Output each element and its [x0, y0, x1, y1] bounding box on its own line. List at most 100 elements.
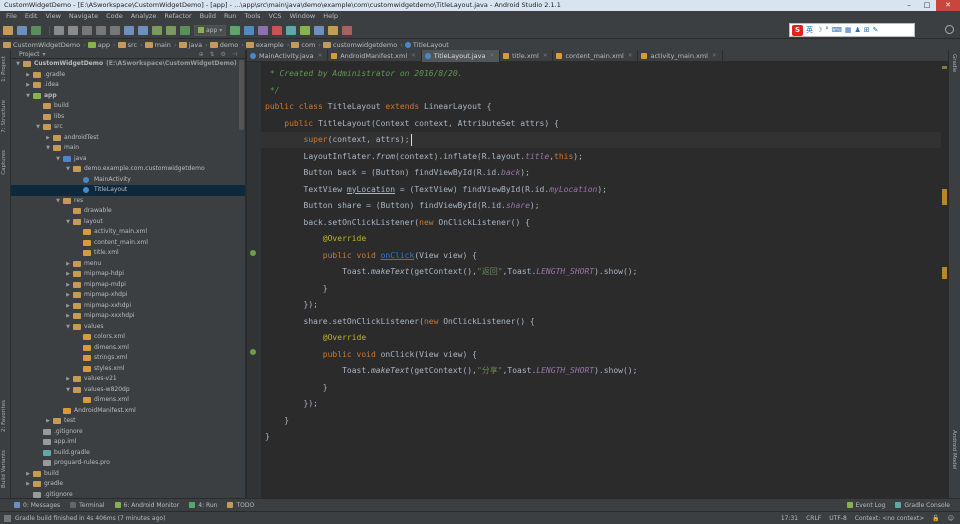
breadcrumb-item[interactable]: app › [87, 41, 116, 49]
code-line[interactable]: TextView myLocation = (TextView) findVie… [265, 182, 607, 198]
chevron-down-icon[interactable]: ▼ [65, 322, 71, 333]
tab-content-main-xml[interactable]: content_main.xml ✕ [553, 50, 639, 62]
stop-icon[interactable] [272, 25, 283, 35]
breadcrumb-item[interactable]: com › [291, 41, 321, 49]
ime-language[interactable]: 英 [806, 25, 813, 35]
close-icon[interactable]: ✕ [489, 53, 494, 59]
code-line[interactable]: public void onClick(View view) { [265, 248, 477, 264]
code-line[interactable]: } [265, 429, 270, 445]
menu-item-help[interactable]: Help [319, 11, 342, 22]
debug-icon[interactable] [244, 25, 255, 35]
chevron-down-icon[interactable]: ▼ [65, 164, 71, 175]
code-line[interactable]: @Override [265, 330, 366, 346]
tree-item[interactable]: dimens.xml [11, 343, 245, 354]
tree-item[interactable]: title.xml [11, 248, 245, 259]
tab-mainactivity-java[interactable]: MainActivity.java ✕ [247, 50, 329, 62]
tool-run[interactable]: 4: Run [189, 502, 217, 509]
tool-window-gradle[interactable]: Gradle [951, 54, 957, 72]
code-line[interactable]: Toast.makeText(getContext(),"分享",Toast.L… [265, 363, 637, 379]
chevron-right-icon[interactable]: ▶ [45, 416, 51, 427]
project-structure-icon[interactable] [328, 25, 339, 35]
tool-terminal[interactable]: Terminal [70, 502, 105, 509]
tree-item[interactable]: ▶ mipmap-mdpi [11, 280, 245, 291]
chevron-right-icon[interactable]: ▶ [65, 259, 71, 270]
menu-item-code[interactable]: Code [102, 11, 127, 22]
tree-item[interactable]: activity_main.xml [11, 227, 245, 238]
chevron-right-icon[interactable]: ▶ [25, 70, 31, 81]
tree-item[interactable]: dimens.xml [11, 395, 245, 406]
tree-item[interactable]: ▶ build [11, 469, 245, 480]
close-icon[interactable]: ✕ [411, 53, 416, 59]
open-folder-icon[interactable] [3, 25, 13, 35]
tab-androidmanifest-xml[interactable]: AndroidManifest.xml ✕ [328, 50, 422, 62]
override-marker-icon[interactable] [250, 250, 256, 256]
chevron-right-icon[interactable]: ▶ [25, 469, 31, 480]
tree-item[interactable]: ▶ mipmap-xxhdpi [11, 301, 245, 312]
breadcrumb-item[interactable]: CustomWidgetDemo › [3, 41, 86, 49]
tree-item[interactable]: ▶ .gradle [11, 70, 245, 81]
ime-tools-icon[interactable]: ✎ [873, 26, 879, 34]
chevron-down-icon[interactable]: ▼ [55, 196, 61, 207]
ime-keyboard-icon[interactable]: ⌨ [832, 26, 842, 34]
tool-window-android-model[interactable]: Android Model [951, 430, 957, 470]
tree-item[interactable]: ▶ mipmap-hdpi [11, 269, 245, 280]
chevron-down-icon[interactable]: ▼ [25, 91, 31, 102]
code-line[interactable]: } [265, 380, 328, 396]
tool-gradle-console[interactable]: Gradle Console [895, 502, 950, 509]
tree-item[interactable]: ▼ java [11, 154, 245, 165]
menu-item-tools[interactable]: Tools [240, 11, 264, 22]
project-view-select[interactable]: Project [19, 50, 40, 58]
status-mark[interactable] [942, 66, 947, 69]
tree-item[interactable]: ▼ layout [11, 217, 245, 228]
maximize-button[interactable]: □ [918, 0, 936, 11]
attach-debugger-icon[interactable] [258, 25, 269, 35]
ime-toolbar[interactable]: S 英 ☽ ° ⌨ ▦ ♟ ⊞ ✎ [789, 23, 915, 37]
code-line[interactable]: LayoutInflater.from(context).inflate(R.l… [265, 149, 583, 165]
tool-messages[interactable]: 0: Messages [14, 502, 60, 509]
chevron-down-icon[interactable]: ▼ [65, 385, 71, 396]
line-separator[interactable]: CRLF [806, 515, 821, 522]
tree-item[interactable]: ▼ app [11, 91, 245, 102]
inspector-icon[interactable]: ☺ [948, 515, 954, 522]
editor-gutter[interactable] [247, 62, 261, 498]
tool-window-project[interactable]: 1: Project [1, 56, 7, 82]
project-scrollbar[interactable] [239, 60, 244, 130]
code-editor[interactable]: * Created by Administrator on 2016/8/20.… [261, 62, 948, 498]
code-line[interactable]: */ [265, 83, 280, 99]
tool-todo[interactable]: TODO [227, 502, 254, 509]
forward-icon[interactable] [166, 25, 176, 35]
chevron-down-icon[interactable]: ▼ [65, 217, 71, 228]
code-line[interactable]: super(context, attrs); [265, 132, 410, 148]
replace-icon[interactable] [138, 25, 148, 35]
undo-icon[interactable] [54, 25, 64, 35]
tree-item[interactable]: ▶ values-v21 [11, 374, 245, 385]
chevron-right-icon[interactable]: ▶ [25, 479, 31, 490]
tree-item[interactable]: build.gradle [11, 448, 245, 459]
chevron-right-icon[interactable]: ▶ [25, 80, 31, 91]
make-project-icon[interactable] [180, 25, 190, 35]
tree-item[interactable]: ▶ gradle [11, 479, 245, 490]
chevron-down-icon[interactable]: ▾ [43, 50, 46, 58]
chevron-right-icon[interactable]: ▶ [65, 290, 71, 301]
tree-item[interactable]: TitleLayout [11, 185, 245, 196]
breadcrumb-item[interactable]: src › [117, 41, 143, 49]
menu-item-navigate[interactable]: Navigate [65, 11, 102, 22]
tree-item[interactable]: ▼ values-w820dp [11, 385, 245, 396]
sync-icon[interactable] [31, 25, 41, 35]
menu-item-file[interactable]: File [2, 11, 21, 22]
tree-item[interactable]: ▼ CustomWidgetDemo (E:\ASworkspace\CustomW… [11, 59, 245, 70]
run-icon[interactable] [230, 25, 241, 35]
tree-item[interactable]: styles.xml [11, 364, 245, 375]
ime-punct-icon[interactable]: ° [825, 26, 829, 34]
tree-item[interactable]: ▼ demo.example.com.customwidgetdemo [11, 164, 245, 175]
tree-item[interactable]: build [11, 101, 245, 112]
lock-icon[interactable]: 🔓 [932, 515, 939, 522]
tree-item[interactable]: .gitignore [11, 490, 245, 499]
chevron-right-icon[interactable]: ▶ [65, 280, 71, 291]
tree-item[interactable]: ▶ .idea [11, 80, 245, 91]
chevron-down-icon[interactable]: ▼ [55, 154, 61, 165]
caret-position[interactable]: 17:31 [781, 515, 798, 522]
chevron-right-icon[interactable]: ▶ [45, 133, 51, 144]
ime-skin-icon[interactable]: ▦ [845, 26, 852, 34]
error-stripe[interactable] [941, 62, 948, 498]
